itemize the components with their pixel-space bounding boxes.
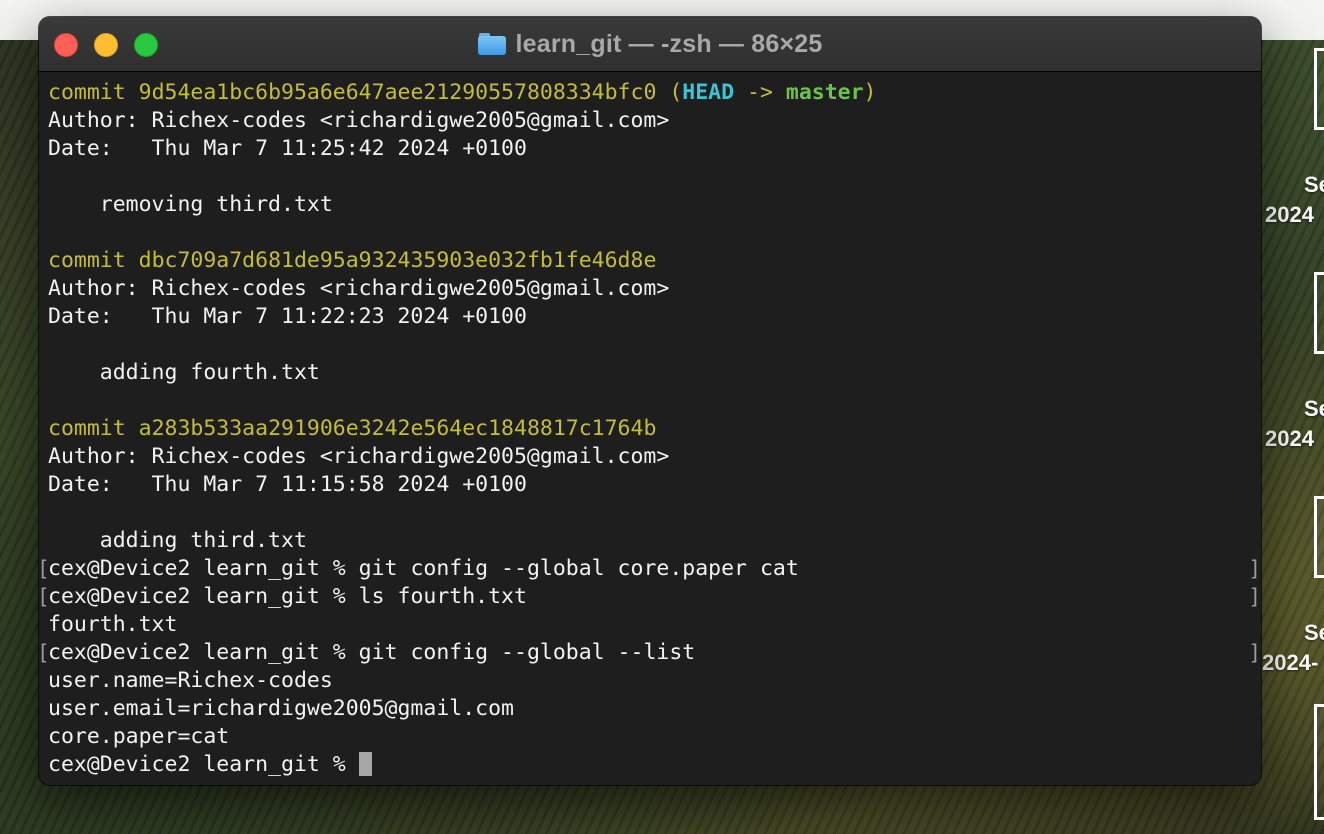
desktop-file-thumbnail[interactable] <box>1314 272 1324 354</box>
command-line: [cex@Device2 learn_git % git config --gl… <box>39 555 1261 583</box>
commit-date: Date: Thu Mar 7 11:22:23 2024 +0100 <box>48 304 527 329</box>
commit-message: adding fourth.txt <box>48 360 320 385</box>
window-title-area: learn_git — -zsh — 86×25 <box>39 17 1261 71</box>
terminal-content[interactable]: commit 9d54ea1bc6b95a6e647aee21290557808… <box>39 79 1261 779</box>
commit-hash: 9d54ea1bc6b95a6e647aee21290557808334bfc0 <box>138 80 657 105</box>
active-prompt-line[interactable]: cex@Device2 learn_git % <box>39 751 1261 779</box>
shell-prompt: cex@Device2 learn_git % <box>48 640 359 665</box>
commit-hash: dbc709a7d681de95a932435903e032fb1fe46d8e <box>138 248 657 273</box>
command-output: fourth.txt <box>48 612 178 637</box>
commit-line: commit dbc709a7d681de95a932435903e032fb1… <box>39 247 1261 275</box>
ref-arrow: -> <box>747 80 773 105</box>
command-output: user.email=richardigwe2005@gmail.com <box>48 696 514 721</box>
command-text: ls fourth.txt <box>358 584 527 609</box>
mark-bracket-open: [ <box>39 583 50 611</box>
window-title: learn_git — -zsh — 86×25 <box>515 29 823 58</box>
commit-keyword: commit <box>48 416 126 441</box>
desktop-file-date: 2024 <box>1265 426 1314 451</box>
shell-prompt: cex@Device2 learn_git % <box>48 556 359 581</box>
text-cursor[interactable] <box>358 752 372 776</box>
ref-branch: master <box>785 80 864 105</box>
command-line: [cex@Device2 learn_git % ls fourth.txt] <box>39 583 1261 611</box>
commit-author: Author: Richex-codes <richardigwe2005@gm… <box>48 276 670 301</box>
ref-head: HEAD <box>682 80 735 105</box>
shell-prompt: cex@Device2 learn_git % <box>48 584 359 609</box>
desktop-file-label: Se <box>1304 620 1324 645</box>
commit-message: removing third.txt <box>48 192 333 217</box>
command-line: [cex@Device2 learn_git % git config --gl… <box>39 639 1261 667</box>
commit-author: Author: Richex-codes <richardigwe2005@gm… <box>48 444 670 469</box>
command-text: git config --global --list <box>358 640 696 665</box>
desktop-file-thumbnail[interactable] <box>1314 48 1324 130</box>
commit-date: Date: Thu Mar 7 11:15:58 2024 +0100 <box>48 472 527 497</box>
commit-keyword: commit <box>48 80 126 105</box>
desktop-file-label: Se <box>1304 396 1324 421</box>
command-output: user.name=Richex-codes <box>48 668 333 693</box>
mark-bracket-close: ] <box>1248 641 1261 665</box>
mark-bracket-close: ] <box>1248 585 1261 609</box>
desktop-file-date: 2024- <box>1262 650 1319 675</box>
mark-bracket-open: [ <box>39 555 50 583</box>
command-output: core.paper=cat <box>48 724 230 749</box>
desktop-file-thumbnail[interactable] <box>1314 704 1324 820</box>
commit-message: adding third.txt <box>48 528 307 553</box>
commit-line: commit a283b533aa291906e3242e564ec184881… <box>39 415 1261 443</box>
command-text: git config --global core.paper cat <box>358 556 799 581</box>
desktop-file-label: Se <box>1304 172 1324 197</box>
mark-bracket-close: ] <box>1248 557 1261 581</box>
shell-prompt: cex@Device2 learn_git % <box>48 752 359 777</box>
ref-paren-open: ( <box>669 80 683 105</box>
commit-line: commit 9d54ea1bc6b95a6e647aee21290557808… <box>39 79 1261 107</box>
commit-author: Author: Richex-codes <richardigwe2005@gm… <box>48 108 670 133</box>
commit-date: Date: Thu Mar 7 11:25:42 2024 +0100 <box>48 136 527 161</box>
folder-icon <box>477 33 506 55</box>
commit-hash: a283b533aa291906e3242e564ec1848817c1764b <box>138 416 657 441</box>
ref-paren-close: ) <box>863 80 877 105</box>
desktop-file-thumbnail[interactable] <box>1314 496 1324 578</box>
desktop-file-date: 2024 <box>1265 202 1314 227</box>
window-titlebar[interactable]: learn_git — -zsh — 86×25 <box>39 17 1261 72</box>
mark-bracket-open: [ <box>39 639 50 667</box>
terminal-window[interactable]: learn_git — -zsh — 86×25 commit 9d54ea1b… <box>39 17 1261 785</box>
commit-keyword: commit <box>48 248 126 273</box>
